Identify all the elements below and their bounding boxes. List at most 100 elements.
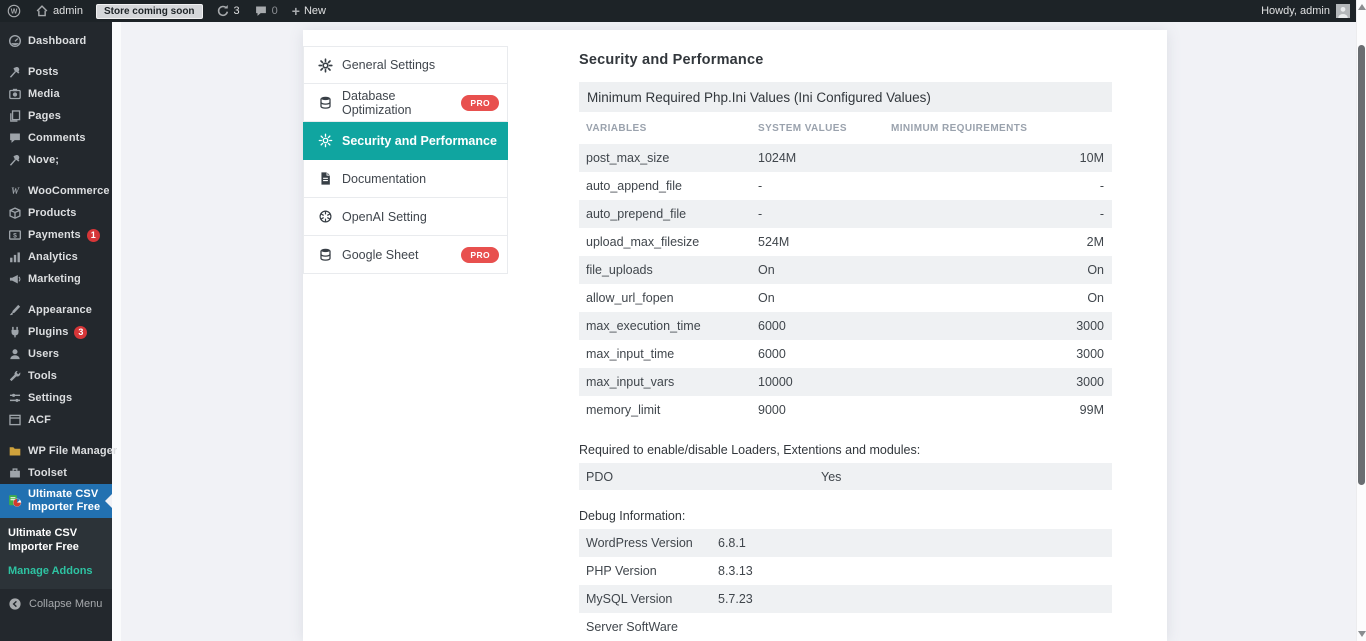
pushpin-icon xyxy=(8,65,22,79)
admin-sidebar: Dashboard PostsMedia Pages CommentsNove; W Wo… xyxy=(0,22,112,641)
sliders-icon xyxy=(8,391,22,405)
sidebar-item-posts[interactable]: Posts xyxy=(0,61,112,83)
table-row: auto_append_file-- xyxy=(579,172,1112,200)
updates-refresh-icon xyxy=(216,4,230,18)
updates-link[interactable]: 3 xyxy=(209,0,247,22)
payments-icon: $ xyxy=(8,228,22,242)
variable-name: auto_append_file xyxy=(586,179,758,193)
plugin-submenu: Ultimate CSV Importer Free Manage Addons xyxy=(0,518,112,589)
scrollbar-thumb[interactable] xyxy=(1358,45,1365,485)
sidebar-item-marketing[interactable]: Marketing xyxy=(0,268,112,290)
tab-google-sheet[interactable]: Google SheetPRO xyxy=(303,236,508,274)
menu-separator xyxy=(0,171,112,180)
table-row: upload_max_filesize524M2M xyxy=(579,228,1112,256)
menu-separator xyxy=(0,52,112,61)
tab-label: Security and Performance xyxy=(342,134,497,148)
table-row: allow_url_fopenOnOn xyxy=(579,284,1112,312)
sidebar-item-wp-file-manager[interactable]: WP File Manager xyxy=(0,440,112,462)
system-value: 1024M xyxy=(758,151,891,165)
document-icon xyxy=(318,171,333,186)
debug-value: 5.7.23 xyxy=(718,592,1112,606)
csv-importer-logo-icon xyxy=(8,494,22,508)
sidebar-item-media[interactable]: Media xyxy=(0,83,112,105)
sidebar-item-nove[interactable]: Nove; xyxy=(0,149,112,171)
site-name-link[interactable]: admin xyxy=(28,0,90,22)
sidebar-item-payments[interactable]: $Payments1 xyxy=(0,224,112,246)
column-header-variables: VARIABLES xyxy=(586,123,758,134)
paintbrush-icon xyxy=(8,303,22,317)
variable-name: max_input_vars xyxy=(586,375,758,389)
debug-key: Server SoftWare xyxy=(586,620,718,634)
sidebar-item-settings[interactable]: Settings xyxy=(0,387,112,409)
submenu-item-ultimate-csv-importer-free[interactable]: Ultimate CSV Importer Free xyxy=(8,527,104,555)
variable-name: max_input_time xyxy=(586,347,758,361)
ini-table-header-row: VARIABLES SYSTEM VALUES MINIMUM REQUIREM… xyxy=(579,112,1112,144)
sidebar-item-label: Products xyxy=(28,207,76,219)
comments-count: 0 xyxy=(272,5,278,17)
table-row: PHP Version8.3.13 xyxy=(579,557,1112,585)
comment-bubble-icon xyxy=(254,4,268,18)
sidebar-item-products[interactable]: Products xyxy=(0,202,112,224)
sidebar-item-label: WooCommerce xyxy=(28,185,110,197)
sidebar-item-users[interactable]: Users xyxy=(0,343,112,365)
sidebar-item-analytics[interactable]: Analytics xyxy=(0,246,112,268)
sidebar-item-comments[interactable]: Comments xyxy=(0,127,112,149)
gear-icon xyxy=(318,58,333,73)
table-row: PDOYes xyxy=(579,463,1112,490)
tab-general-settings[interactable]: General Settings xyxy=(303,46,508,84)
sidebar-item-woocommerce[interactable]: W WooCommerce xyxy=(0,180,112,202)
sidebar-item-acf[interactable]: ACF xyxy=(0,409,112,431)
avatar-person-icon[interactable] xyxy=(1336,4,1350,18)
settings-content: Security and Performance Minimum Require… xyxy=(579,30,1112,641)
howdy-label[interactable]: Howdy, admin xyxy=(1261,5,1330,17)
debug-value: 6.8.1 xyxy=(718,536,1112,550)
sidebar-item-plugins[interactable]: Plugins3 xyxy=(0,321,112,343)
content-left-gutter xyxy=(112,22,121,641)
collapse-menu-button[interactable]: Collapse Menu xyxy=(8,597,102,611)
debug-key: MySQL Version xyxy=(586,592,718,606)
sidebar-item-pages[interactable]: Pages xyxy=(0,105,112,127)
plugin-icon xyxy=(8,325,22,339)
minimum-requirement: 2M xyxy=(891,235,1104,249)
collapse-menu-label: Collapse Menu xyxy=(29,598,102,610)
tab-openai-setting[interactable]: OpenAI Setting xyxy=(303,198,508,236)
sidebar-item-label: Tools xyxy=(28,370,57,382)
system-value: - xyxy=(758,179,891,193)
submenu-item-manage-addons[interactable]: Manage Addons xyxy=(8,565,104,577)
table-row: MySQL Version5.7.23 xyxy=(579,585,1112,613)
vertical-scrollbar[interactable] xyxy=(1356,0,1366,641)
pro-badge: PRO xyxy=(461,95,499,111)
minimum-requirement: 10M xyxy=(891,151,1104,165)
tab-database-optimization[interactable]: Database OptimizationPRO xyxy=(303,84,508,122)
database-icon xyxy=(318,95,333,110)
new-content-link[interactable]: + New xyxy=(285,0,333,22)
svg-text:W: W xyxy=(11,186,20,196)
variable-name: auto_prepend_file xyxy=(586,207,758,221)
plus-icon: + xyxy=(292,4,300,18)
tab-security-and-performance[interactable]: Security and Performance xyxy=(303,122,508,160)
table-row: WordPress Version6.8.1 xyxy=(579,529,1112,557)
settings-nav: General SettingsDatabase OptimizationPRO… xyxy=(303,46,508,274)
sidebar-item-dashboard[interactable]: Dashboard xyxy=(0,30,112,52)
minimum-requirement: - xyxy=(891,179,1104,193)
variable-name: max_execution_time xyxy=(586,319,758,333)
svg-text:W: W xyxy=(11,9,18,16)
sidebar-item-ultimate-csv-importer-free[interactable]: Ultimate CSV Importer Free xyxy=(0,484,112,518)
sidebar-item-toolset[interactable]: Toolset xyxy=(0,462,112,484)
tab-documentation[interactable]: Documentation xyxy=(303,160,508,198)
sidebar-item-label: Pages xyxy=(28,110,61,122)
scroll-up-arrow-icon[interactable] xyxy=(1358,4,1366,10)
settings-card: General SettingsDatabase OptimizationPRO… xyxy=(303,30,1167,641)
variable-name: memory_limit xyxy=(586,403,758,417)
table-row: max_input_time60003000 xyxy=(579,340,1112,368)
coming-soon-badge[interactable]: Store coming soon xyxy=(96,4,203,19)
sidebar-item-label: Users xyxy=(28,348,59,360)
wp-logo-menu[interactable]: W xyxy=(0,0,28,22)
sidebar-item-tools[interactable]: Tools xyxy=(0,365,112,387)
sidebar-item-label: Toolset xyxy=(28,467,67,479)
menu-separator xyxy=(0,431,112,440)
minimum-requirement: 3000 xyxy=(891,375,1104,389)
scroll-down-arrow-icon[interactable] xyxy=(1358,631,1366,637)
sidebar-item-appearance[interactable]: Appearance xyxy=(0,299,112,321)
comments-link[interactable]: 0 xyxy=(247,0,285,22)
